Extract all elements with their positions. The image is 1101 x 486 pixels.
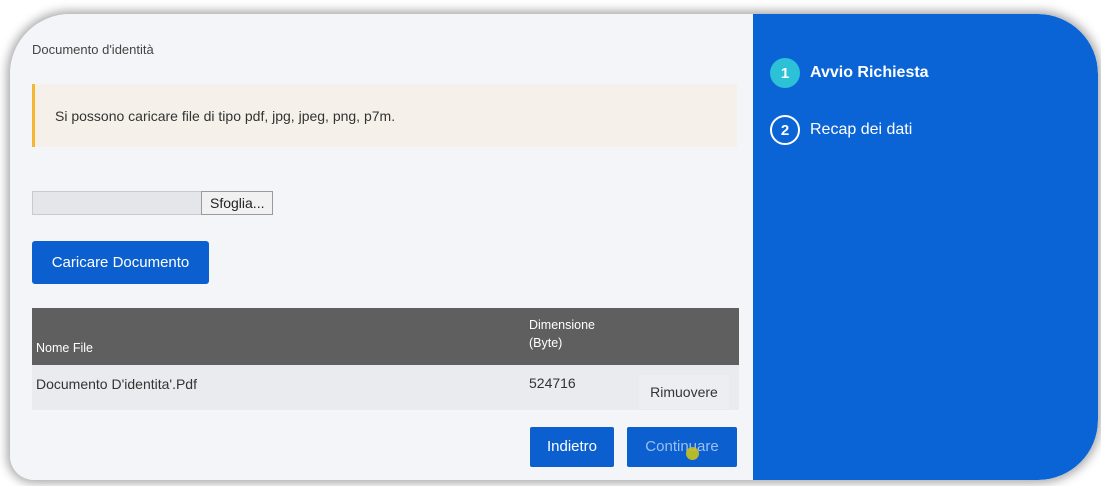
column-header-size: Dimensione (Byte) <box>529 316 595 352</box>
step-label-1: Avvio Richiesta <box>810 64 929 81</box>
main-panel: Documento d'identità Si possono caricare… <box>10 14 753 480</box>
table-header: Nome File Dimensione (Byte) <box>32 308 739 365</box>
steps-sidebar: 1 Avvio Richiesta 2 Recap dei dati <box>753 14 1098 480</box>
column-header-size-line1: Dimensione <box>529 318 596 332</box>
table-row: Documento D'identita'.Pdf 524716 Rimuove… <box>32 365 739 410</box>
step-label-2: Recap dei dati <box>810 121 913 138</box>
file-picker: Sfoglia... <box>32 191 274 215</box>
browse-button[interactable]: Sfoglia... <box>201 191 274 215</box>
app-frame: Documento d'identità Si possono caricare… <box>10 14 1098 480</box>
file-name-cell: Documento D'identita'.Pdf <box>36 376 197 392</box>
alert-text: Si possono caricare file di tipo pdf, jp… <box>55 108 396 124</box>
step-number-2: 2 <box>770 115 800 145</box>
step-item-2: 2 Recap dei dati <box>770 115 912 145</box>
info-alert: Si possono caricare file di tipo pdf, jp… <box>32 84 737 147</box>
continue-button[interactable]: Continuare <box>627 427 737 467</box>
column-header-name: Nome File <box>36 341 93 355</box>
upload-document-button[interactable]: Caricare Documento <box>32 241 209 284</box>
mouse-cursor-highlight <box>686 447 699 460</box>
column-header-size-line2: (Byte) <box>529 336 563 350</box>
section-label: Documento d'identità <box>32 42 154 57</box>
file-size-cell: 524716 <box>529 375 576 391</box>
files-table: Nome File Dimensione (Byte) Documento D'… <box>32 308 739 410</box>
step-item-1: 1 Avvio Richiesta <box>770 58 929 88</box>
back-button[interactable]: Indietro <box>530 427 614 467</box>
remove-file-button[interactable]: Rimuovere <box>639 375 729 409</box>
step-number-1: 1 <box>770 58 800 88</box>
file-path-field[interactable] <box>32 191 202 215</box>
